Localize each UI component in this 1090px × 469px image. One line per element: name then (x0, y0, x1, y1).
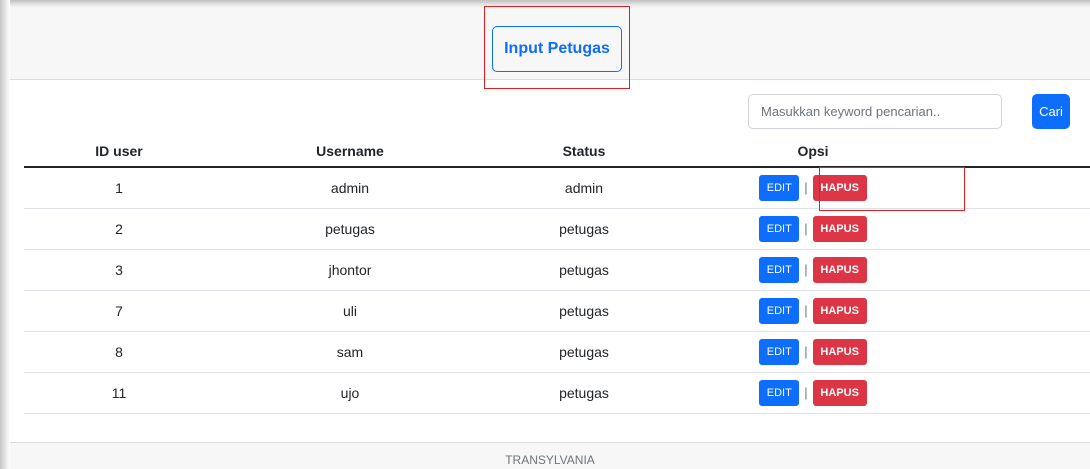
users-table: ID user Username Status Opsi 1 admin admin… (24, 135, 1090, 414)
action-separator: | (804, 180, 808, 196)
table-row: 7 uli petugas EDIT | HAPUS (24, 290, 1090, 332)
cell-opsi: EDIT | HAPUS (682, 208, 944, 250)
table-row: 8 sam petugas EDIT | HAPUS (24, 331, 1090, 373)
cell-opsi: EDIT | HAPUS (682, 290, 944, 332)
delete-button[interactable]: HAPUS (812, 379, 867, 406)
cell-status: petugas (486, 372, 682, 414)
row-actions: EDIT | HAPUS (759, 297, 867, 324)
cell-id: 11 (24, 372, 214, 414)
table-row: 2 petugas petugas EDIT | HAPUS (24, 208, 1090, 250)
screenshot-stage: Input Petugas Cari ID user Username Stat… (0, 0, 1090, 469)
delete-button[interactable]: HAPUS (812, 338, 867, 365)
action-separator: | (804, 344, 808, 359)
row-actions: EDIT | HAPUS (759, 174, 867, 201)
cell-opsi: EDIT | HAPUS (682, 249, 944, 291)
row-actions: EDIT | HAPUS (759, 256, 867, 283)
cell-username: jhontor (214, 249, 486, 291)
action-separator: | (804, 262, 808, 277)
cell-id: 3 (24, 249, 214, 291)
edit-button[interactable]: EDIT (759, 215, 800, 242)
edit-button[interactable]: EDIT (759, 338, 800, 365)
search-input[interactable] (748, 94, 1002, 129)
cell-status: petugas (486, 290, 682, 332)
cell-id: 2 (24, 208, 214, 250)
cell-status: petugas (486, 331, 682, 373)
column-header-empty (944, 135, 1090, 168)
input-petugas-button[interactable]: Input Petugas (492, 26, 622, 72)
window-shadow-top (0, 0, 1090, 8)
cell-empty (944, 290, 1090, 332)
card-header: Input Petugas (10, 8, 1090, 80)
cell-status: petugas (486, 249, 682, 291)
edit-button[interactable]: EDIT (759, 297, 800, 324)
table-row: 3 jhontor petugas EDIT | HAPUS (24, 249, 1090, 291)
delete-button[interactable]: HAPUS (812, 174, 867, 201)
footer-text: TRANSYLVANIA (505, 453, 595, 467)
edit-button[interactable]: EDIT (759, 256, 800, 283)
delete-button[interactable]: HAPUS (812, 215, 867, 242)
cell-status: admin (486, 167, 682, 209)
cell-username: admin (214, 167, 486, 209)
cell-username: sam (214, 331, 486, 373)
cell-opsi: EDIT | HAPUS (682, 331, 944, 373)
cell-opsi: EDIT | HAPUS (682, 167, 944, 209)
delete-button[interactable]: HAPUS (812, 256, 867, 283)
table-row: 1 admin admin EDIT | HAPUS (24, 167, 1090, 209)
action-separator: | (804, 221, 808, 236)
row-actions: EDIT | HAPUS (759, 215, 867, 242)
edit-button[interactable]: EDIT (759, 379, 800, 406)
cell-status: petugas (486, 208, 682, 250)
cell-empty (944, 372, 1090, 414)
cell-id: 7 (24, 290, 214, 332)
cell-empty (944, 208, 1090, 250)
page: Input Petugas Cari ID user Username Stat… (10, 6, 1090, 469)
cell-id: 8 (24, 331, 214, 373)
search-button[interactable]: Cari (1032, 94, 1070, 129)
cell-opsi: EDIT | HAPUS (682, 372, 944, 414)
footer: TRANSYLVANIA (10, 442, 1090, 469)
window-shadow-left (0, 0, 10, 469)
table-row: 11 ujo petugas EDIT | HAPUS (24, 372, 1090, 414)
column-header-status: Status (486, 135, 682, 168)
cell-empty (944, 167, 1090, 209)
cell-empty (944, 249, 1090, 291)
column-header-opsi: Opsi (682, 135, 944, 168)
column-header-username: Username (214, 135, 486, 168)
action-separator: | (804, 303, 808, 318)
cell-username: petugas (214, 208, 486, 250)
table-header-row: ID user Username Status Opsi (24, 135, 1090, 168)
cell-id: 1 (24, 167, 214, 209)
edit-button[interactable]: EDIT (759, 174, 800, 201)
cell-username: ujo (214, 372, 486, 414)
action-separator: | (804, 385, 808, 400)
delete-button[interactable]: HAPUS (812, 297, 867, 324)
cell-empty (944, 331, 1090, 373)
row-actions: EDIT | HAPUS (759, 338, 867, 365)
row-actions: EDIT | HAPUS (759, 379, 867, 406)
column-header-id: ID user (24, 135, 214, 168)
cell-username: uli (214, 290, 486, 332)
